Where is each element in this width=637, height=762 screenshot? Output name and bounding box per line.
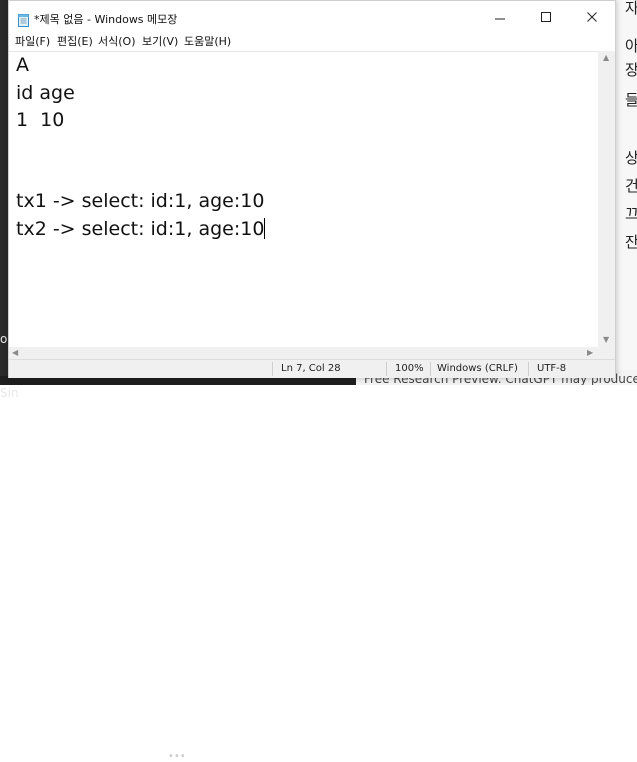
- text-line: A: [16, 54, 29, 76]
- minimize-button[interactable]: [477, 1, 523, 32]
- minimize-icon: [495, 18, 505, 20]
- status-encoding: UTF-8: [537, 363, 567, 374]
- horizontal-scrollbar[interactable]: ◀ ▶: [9, 347, 598, 359]
- menu-view[interactable]: 보기(V): [142, 35, 178, 48]
- text-line: id age: [16, 82, 75, 104]
- window-title: *제목 없음 - Windows 메모장: [34, 13, 178, 26]
- status-cursor-position: Ln 7, Col 28: [281, 363, 341, 374]
- scroll-up-icon[interactable]: ▲: [603, 54, 609, 62]
- scroll-corner: [598, 347, 615, 359]
- background-text: 잔: [625, 233, 637, 251]
- notepad-window: *제목 없음 - Windows 메모장 파일(F) 편집(E) 서식(O) 보…: [8, 0, 616, 378]
- text-line: tx2 -> select: id:1, age:10: [16, 218, 265, 240]
- vertical-scrollbar[interactable]: ▲ ▼: [598, 51, 615, 347]
- status-divider: [272, 362, 273, 376]
- background-text: 끄: [625, 205, 637, 223]
- maximize-button[interactable]: [523, 1, 569, 32]
- status-divider: [386, 362, 387, 376]
- notepad-app-icon: [17, 12, 31, 27]
- status-line-ending: Windows (CRLF): [437, 363, 518, 374]
- menu-bar: 파일(F) 편집(E) 서식(O) 보기(V) 도움말(H): [9, 32, 615, 51]
- background-text: 아: [625, 37, 637, 55]
- scroll-left-icon[interactable]: ◀: [12, 349, 18, 357]
- menu-help[interactable]: 도움말(H): [184, 35, 231, 48]
- status-bar: Ln 7, Col 28 100% Windows (CRLF) UTF-8: [9, 359, 615, 378]
- text-caret: [264, 218, 266, 239]
- status-divider: [430, 362, 431, 376]
- text-line-current: tx2 -> select: id:1, age:10: [16, 218, 266, 240]
- more-icon: •••: [168, 751, 186, 762]
- maximize-icon: [541, 12, 551, 22]
- scroll-right-icon[interactable]: ▶: [587, 349, 593, 357]
- text-line: 1 10: [16, 109, 65, 131]
- close-button[interactable]: [569, 1, 615, 32]
- background-text: 자: [625, 0, 637, 17]
- background-text: 장: [625, 61, 637, 79]
- text-editor[interactable]: A id age 1 10 tx1 -> select: id:1, age:1…: [9, 51, 598, 348]
- scroll-down-icon[interactable]: ▼: [603, 336, 609, 344]
- title-bar[interactable]: *제목 없음 - Windows 메모장: [9, 1, 615, 32]
- menu-file[interactable]: 파일(F): [15, 35, 50, 48]
- close-icon: [587, 12, 597, 22]
- status-divider: [528, 362, 529, 376]
- status-zoom: 100%: [395, 363, 424, 374]
- background-text: 상: [625, 149, 637, 167]
- text-line: tx1 -> select: id:1, age:10: [16, 190, 265, 212]
- background-text: 들: [625, 91, 637, 109]
- menu-format[interactable]: 서식(O): [98, 35, 135, 48]
- menu-edit[interactable]: 편집(E): [57, 35, 93, 48]
- background-text: 건: [625, 177, 637, 195]
